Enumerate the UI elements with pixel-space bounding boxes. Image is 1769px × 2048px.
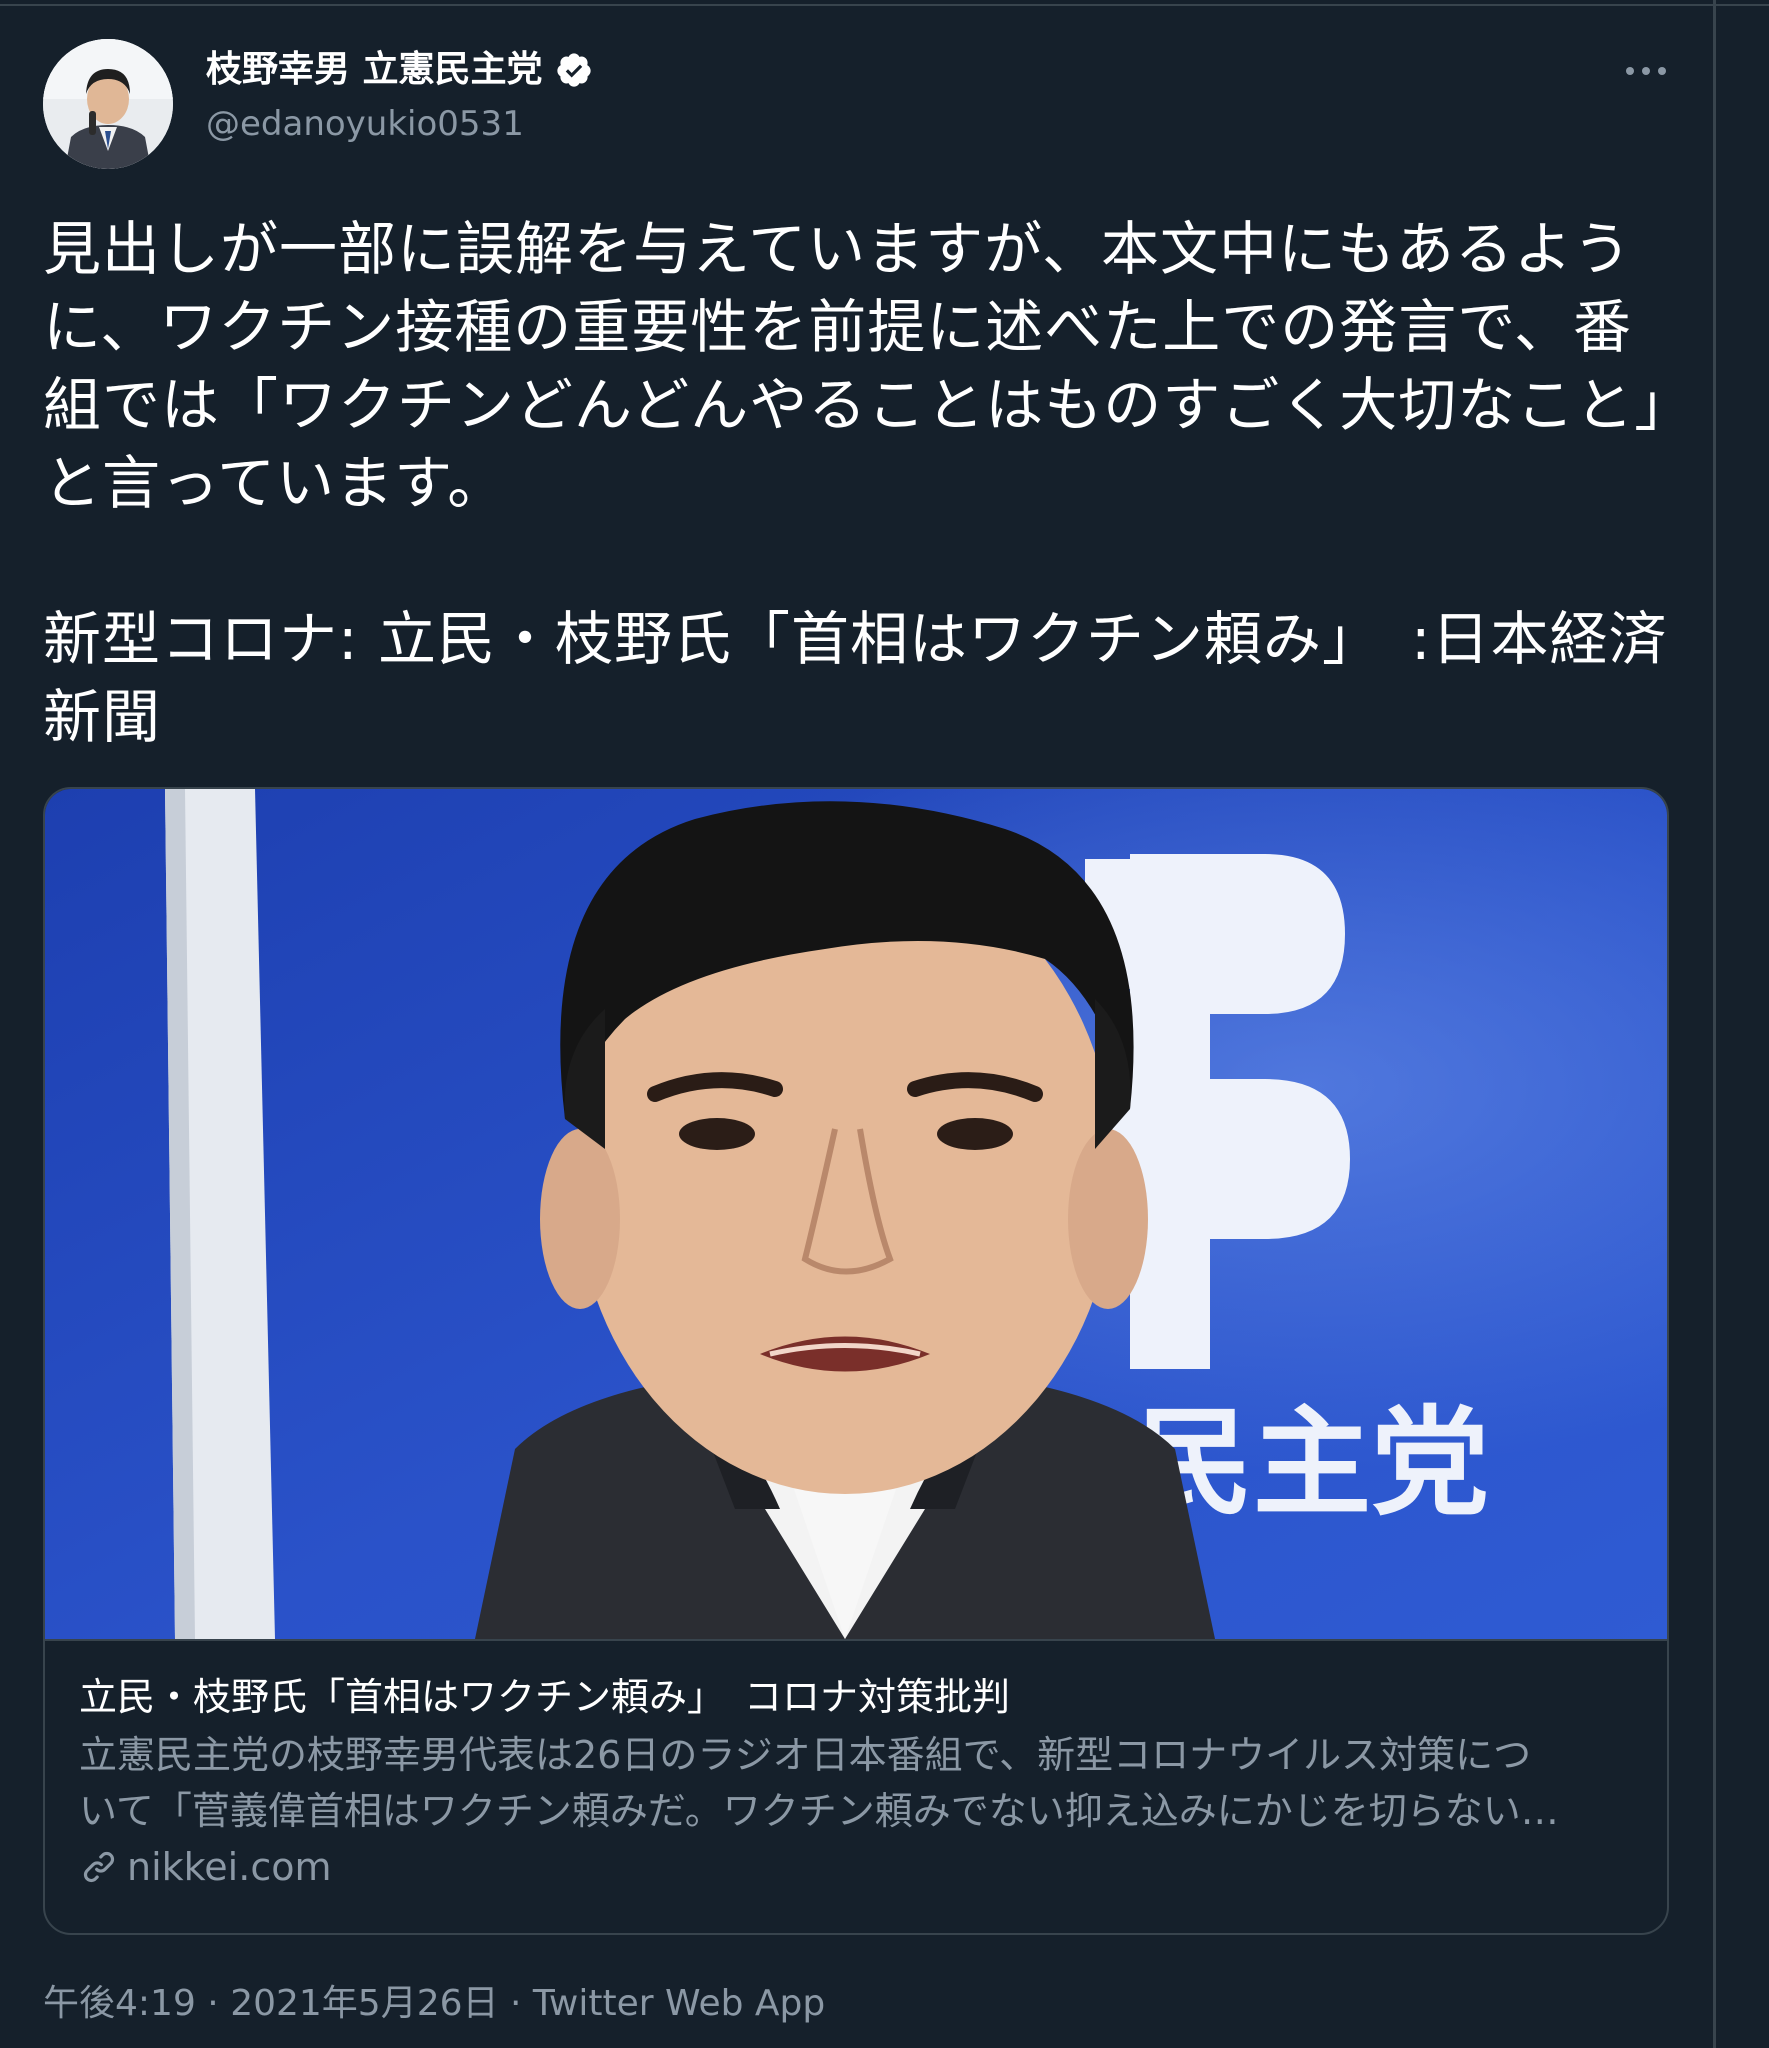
link-preview-card[interactable]: 民主党 立民・枝野氏「首相はワクチン頼み」 コロナ対策批判 立憲民主党の枝野幸男… [43, 787, 1669, 1935]
card-description: 立憲民主党の枝野幸男代表は26日のラジオ日本番組で、新型コロナウイルス対策につ … [79, 1727, 1639, 1839]
more-dot [1626, 67, 1634, 75]
tweet: 枝野幸男 立憲民主党 @edanoyukio0531 見出しが一部に誤解を与えて… [0, 0, 1713, 2048]
meta-separator: · [195, 1983, 231, 2024]
card-description-line: 立憲民主党の枝野幸男代表は26日のラジオ日本番組で、新型コロナウイルス対策につ [79, 1733, 1532, 1777]
tweet-paragraph-link[interactable]: 新型コロナ: 立民・枝野氏「首相はワクチン頼み」 :日本経済新聞 [43, 600, 1683, 756]
card-photo: 民主党 [45, 789, 1667, 1639]
more-dot [1658, 67, 1666, 75]
tweet-paragraph: 見出しが一部に誤解を与えていますが、本文中にもあるように、ワクチン接種の重要性を… [43, 215, 1665, 517]
tweet-source: Twitter Web App [532, 1983, 826, 2024]
more-options-icon[interactable] [1618, 52, 1674, 90]
author-handle[interactable]: @edanoyukio0531 [206, 100, 524, 148]
card-title[interactable]: 立民・枝野氏「首相はワクチン頼み」 コロナ対策批判 [79, 1671, 1639, 1723]
meta-separator: · [498, 1983, 533, 2024]
more-dot [1642, 67, 1650, 75]
tweet-time[interactable]: 午後4:19 [43, 1983, 196, 2024]
author-name-row[interactable]: 枝野幸男 立憲民主党 [206, 44, 593, 96]
avatar[interactable] [43, 39, 173, 169]
tweet-text: 見出しが一部に誤解を与えていますが、本文中にもあるように、ワクチン接種の重要性を… [43, 210, 1683, 756]
tweet-date[interactable]: 2021年5月26日 [230, 1983, 498, 2024]
avatar-photo [43, 39, 173, 169]
card-description-line: いて「菅義偉首相はワクチン頼みだ。ワクチン頼みでない抑え込みにかじを切らない… [79, 1789, 1559, 1833]
link-icon [83, 1851, 115, 1883]
card-domain-row[interactable]: nikkei.com [79, 1839, 331, 1895]
card-image[interactable]: 民主党 [45, 789, 1667, 1641]
card-domain: nikkei.com [127, 1845, 332, 1889]
tweet-meta: 午後4:19 · 2021年5月26日 · Twitter Web App [43, 1978, 825, 2030]
author-display-name[interactable]: 枝野幸男 立憲民主党 [206, 44, 543, 96]
right-divider [1713, 0, 1716, 2048]
verified-badge-icon [556, 53, 591, 87]
